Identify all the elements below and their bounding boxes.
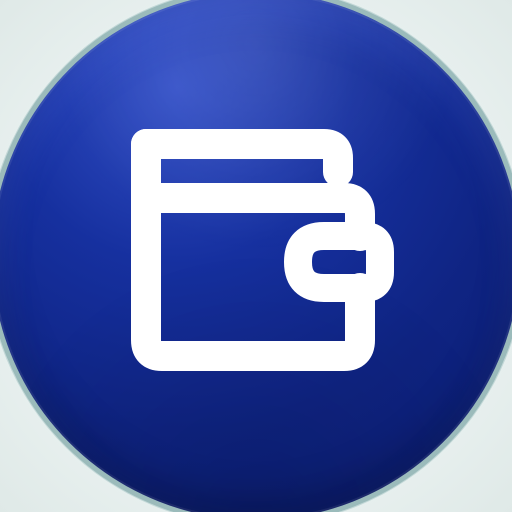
wallet-app-button[interactable] bbox=[0, 0, 512, 512]
icon-canvas bbox=[0, 0, 512, 512]
wallet-icon bbox=[131, 129, 394, 371]
